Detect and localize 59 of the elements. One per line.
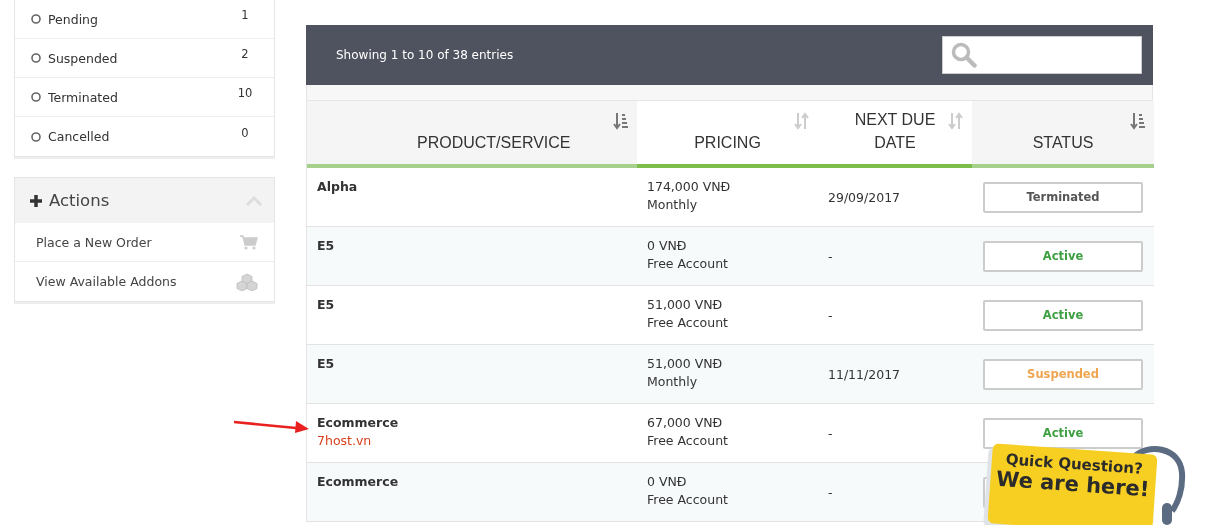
price-text: 67,000 VNĐ xyxy=(647,415,724,430)
billing-cycle: Free Account xyxy=(647,256,729,271)
billing-cycle: Free Account xyxy=(647,315,729,330)
live-chat-badge[interactable]: Quick Question? We are here! xyxy=(987,443,1158,525)
radio-button[interactable] xyxy=(31,92,41,102)
entries-info: Showing 1 to 10 of 38 entries xyxy=(336,48,514,62)
filter-label: Cancelled xyxy=(48,129,111,144)
billing-cycle: Free Account xyxy=(647,433,729,448)
action-label: View Available Addons xyxy=(36,274,177,289)
filter-count: 1 xyxy=(240,8,250,22)
domain-link[interactable]: 7host.vn xyxy=(317,433,627,448)
product-name: E5 xyxy=(317,297,336,312)
radio-button[interactable] xyxy=(31,14,41,24)
price-text: 51,000 VNĐ xyxy=(647,356,724,371)
filter-label: Suspended xyxy=(48,50,119,66)
product-name: E5 xyxy=(317,238,336,253)
price-text: 0 VNĐ xyxy=(647,474,688,489)
due-date: - xyxy=(828,248,834,264)
filter-count: 0 xyxy=(240,125,250,140)
price-text: 0 VNĐ xyxy=(647,238,688,253)
action-label: Place a New Order xyxy=(36,234,152,250)
actions-header[interactable]: Actions xyxy=(15,177,274,223)
filter-label: Pending xyxy=(48,11,99,27)
due-date: 29/09/2017 xyxy=(828,189,902,205)
billing-cycle: Free Account xyxy=(647,492,729,507)
status-label: Active xyxy=(983,417,1143,449)
due-date: - xyxy=(828,425,834,441)
price-text: 174,000 VNĐ xyxy=(647,179,732,194)
action-link[interactable]: View Available Addons xyxy=(15,262,274,301)
billing-cycle: Monthly xyxy=(647,197,699,212)
status-label: Active xyxy=(983,240,1143,272)
search-field[interactable] xyxy=(942,36,1142,74)
status-label: Suspended xyxy=(983,358,1143,390)
billing-cycle: Monthly xyxy=(647,374,699,389)
product-name: E5 xyxy=(317,356,336,371)
search-icon xyxy=(951,42,977,68)
column-header[interactable]: STATUS xyxy=(972,101,1154,168)
due-date: - xyxy=(828,484,834,500)
cubes-icon xyxy=(236,272,258,291)
product-name: Ecommerce xyxy=(317,415,400,430)
column-header[interactable]: PRODUCT/SERVICE xyxy=(307,101,637,168)
radio-button[interactable] xyxy=(31,53,41,63)
due-date: - xyxy=(828,307,834,323)
plus-icon xyxy=(29,193,43,208)
action-link[interactable]: Place a New Order xyxy=(15,223,274,262)
filter-label: Terminated xyxy=(48,89,119,105)
due-date: 11/11/2017 xyxy=(828,366,902,382)
status-label: Terminated xyxy=(983,181,1143,213)
sort-icon[interactable] xyxy=(613,112,629,130)
cart-icon xyxy=(240,234,258,250)
filter-count: 10 xyxy=(236,86,254,100)
status-label: Active xyxy=(983,299,1143,331)
filter-count: 2 xyxy=(240,47,250,61)
sort-icon[interactable] xyxy=(1130,112,1146,130)
actions-title: Actions xyxy=(49,191,111,210)
radio-button[interactable] xyxy=(31,131,41,142)
price-text: 51,000 VNĐ xyxy=(647,297,724,312)
product-name: Alpha xyxy=(317,179,359,194)
product-name: Ecommerce xyxy=(317,474,400,489)
